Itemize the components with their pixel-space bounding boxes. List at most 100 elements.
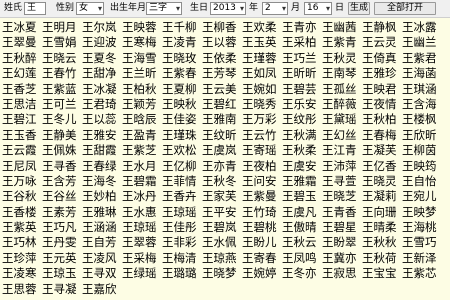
name-cell[interactable]: 王佩姝 — [42, 143, 82, 158]
name-cell[interactable]: 王雪娟 — [42, 35, 82, 50]
name-cell[interactable]: 王映蓉 — [122, 20, 162, 35]
name-cell[interactable]: 王柳茵 — [402, 143, 442, 158]
gender-select[interactable]: 女 — [76, 2, 104, 15]
name-cell[interactable]: 王瑾珠 — [162, 128, 202, 143]
name-cell[interactable]: 王家芙 — [202, 189, 242, 204]
name-cell[interactable]: 王素芳 — [42, 205, 82, 220]
name-cell[interactable]: 王紫芯 — [402, 266, 442, 281]
name-cell[interactable]: 王琼瑶 — [122, 220, 162, 235]
name-cell[interactable]: 王佳姿 — [162, 112, 202, 127]
name-cell[interactable]: 王冰露 — [402, 20, 442, 35]
name-cell[interactable]: 王向珊 — [362, 205, 402, 220]
name-cell[interactable]: 王雅珍 — [362, 66, 402, 81]
name-cell[interactable]: 王水月 — [122, 159, 162, 174]
name-cell[interactable]: 王采柏 — [282, 35, 322, 50]
name-cell[interactable]: 王海桃 — [402, 220, 442, 235]
name-cell[interactable]: 王寻香 — [42, 159, 82, 174]
name-cell[interactable]: 王冰丹 — [122, 189, 162, 204]
name-cell[interactable]: 王碧桃 — [242, 220, 282, 235]
name-cell[interactable]: 王秋云 — [282, 235, 322, 250]
name-cell[interactable]: 王幻丝 — [322, 128, 362, 143]
name-cell[interactable]: 王寂思 — [322, 266, 362, 281]
name-cell[interactable]: 王涵涵 — [82, 220, 122, 235]
name-cell[interactable]: 王水惠 — [122, 205, 162, 220]
name-cell[interactable]: 王佳彤 — [162, 220, 202, 235]
name-cell[interactable]: 王碧芸 — [282, 82, 322, 97]
name-cell[interactable]: 王自芳 — [82, 235, 122, 250]
name-cell[interactable]: 王春绿 — [82, 159, 122, 174]
name-cell[interactable]: 王玉英 — [242, 35, 282, 50]
name-cell[interactable]: 王巧兰 — [282, 51, 322, 66]
name-cell[interactable]: 王凌寒 — [2, 266, 42, 281]
name-cell[interactable]: 王冰夏 — [2, 20, 42, 35]
name-cell[interactable]: 王虞岚 — [202, 143, 242, 158]
name-cell[interactable]: 王南琴 — [322, 66, 362, 81]
name-cell[interactable]: 王雅霜 — [282, 174, 322, 189]
month-select[interactable]: 2 — [262, 2, 288, 15]
name-cell[interactable]: 王非彩 — [162, 235, 202, 250]
name-cell[interactable]: 王幽茜 — [322, 20, 362, 35]
name-cell[interactable]: 王秋冬 — [202, 174, 242, 189]
name-cell[interactable]: 王万彩 — [242, 112, 282, 127]
name-cell[interactable]: 王幽兰 — [402, 35, 442, 50]
name-cell[interactable]: 王青香 — [322, 205, 362, 220]
name-cell[interactable]: 王春梅 — [362, 128, 402, 143]
name-cell[interactable]: 王醉薇 — [322, 97, 362, 112]
name-cell[interactable]: 王紫芝 — [122, 143, 162, 158]
name-cell[interactable]: 王海雪 — [122, 51, 162, 66]
name-cell[interactable]: 王夜情 — [362, 97, 402, 112]
name-cell[interactable]: 王万咏 — [2, 174, 42, 189]
name-cell[interactable]: 王凝芙 — [362, 143, 402, 158]
name-cell[interactable]: 王菲情 — [162, 174, 202, 189]
name-cell[interactable]: 王兰昕 — [122, 66, 162, 81]
birth-select[interactable]: 三字 — [146, 2, 182, 15]
name-cell[interactable]: 王亦青 — [202, 159, 242, 174]
name-cell[interactable]: 王思洁 — [2, 97, 42, 112]
name-cell[interactable]: 王琪涵 — [402, 82, 442, 97]
name-cell[interactable]: 王以蕊 — [82, 112, 122, 127]
name-cell[interactable]: 王翠曼 — [2, 35, 42, 50]
name-cell[interactable]: 王依柔 — [202, 51, 242, 66]
name-cell[interactable]: 王尼凤 — [2, 159, 42, 174]
name-cell[interactable]: 王柏秋 — [122, 82, 162, 97]
name-cell[interactable]: 王幻莲 — [2, 66, 42, 81]
name-cell[interactable]: 王嘉欣 — [82, 282, 122, 297]
name-cell[interactable]: 王青亦 — [282, 20, 322, 35]
name-cell[interactable]: 王倚真 — [362, 51, 402, 66]
name-cell[interactable]: 王巧凡 — [42, 220, 82, 235]
name-cell[interactable]: 王虞安 — [282, 159, 322, 174]
name-cell[interactable]: 王欣昕 — [402, 128, 442, 143]
name-cell[interactable]: 王问安 — [242, 174, 282, 189]
name-cell[interactable]: 王云霞 — [2, 143, 42, 158]
name-cell[interactable]: 王夏冬 — [82, 51, 122, 66]
year-select[interactable]: 2013 — [210, 2, 246, 15]
name-cell[interactable]: 王江青 — [322, 143, 362, 158]
name-cell[interactable]: 王静美 — [42, 128, 82, 143]
name-cell[interactable]: 王平安 — [202, 205, 242, 220]
name-cell[interactable]: 王甜净 — [82, 66, 122, 81]
name-cell[interactable]: 王香楼 — [2, 205, 42, 220]
name-cell[interactable]: 王以蓉 — [202, 35, 242, 50]
name-cell[interactable]: 王凤鸣 — [282, 251, 322, 266]
name-cell[interactable]: 王静枫 — [362, 20, 402, 35]
name-cell[interactable]: 王夜柏 — [242, 159, 282, 174]
name-cell[interactable]: 王云美 — [202, 82, 242, 97]
name-cell[interactable]: 王采梅 — [122, 251, 162, 266]
name-cell[interactable]: 王晓秀 — [242, 97, 282, 112]
name-cell[interactable]: 王琼燕 — [202, 251, 242, 266]
name-cell[interactable]: 王梅清 — [162, 251, 202, 266]
name-cell[interactable]: 王盼翠 — [322, 235, 362, 250]
surname-input[interactable]: 王 — [24, 2, 46, 15]
name-cell[interactable]: 王映君 — [362, 82, 402, 97]
name-cell[interactable]: 王自怡 — [402, 174, 442, 189]
name-cell[interactable]: 王碧红 — [202, 97, 242, 112]
name-cell[interactable]: 王云竹 — [242, 128, 282, 143]
name-cell[interactable]: 王秋柏 — [362, 112, 402, 127]
generate-button[interactable]: 生成 — [348, 2, 370, 15]
open-all-button[interactable]: 全部打开 — [374, 2, 436, 15]
name-cell[interactable]: 王晓梦 — [202, 266, 242, 281]
name-cell[interactable]: 王紫曼 — [242, 189, 282, 204]
name-cell[interactable]: 王纹昕 — [202, 128, 242, 143]
name-cell[interactable]: 王亿香 — [362, 159, 402, 174]
name-cell[interactable]: 王尔岚 — [82, 20, 122, 35]
